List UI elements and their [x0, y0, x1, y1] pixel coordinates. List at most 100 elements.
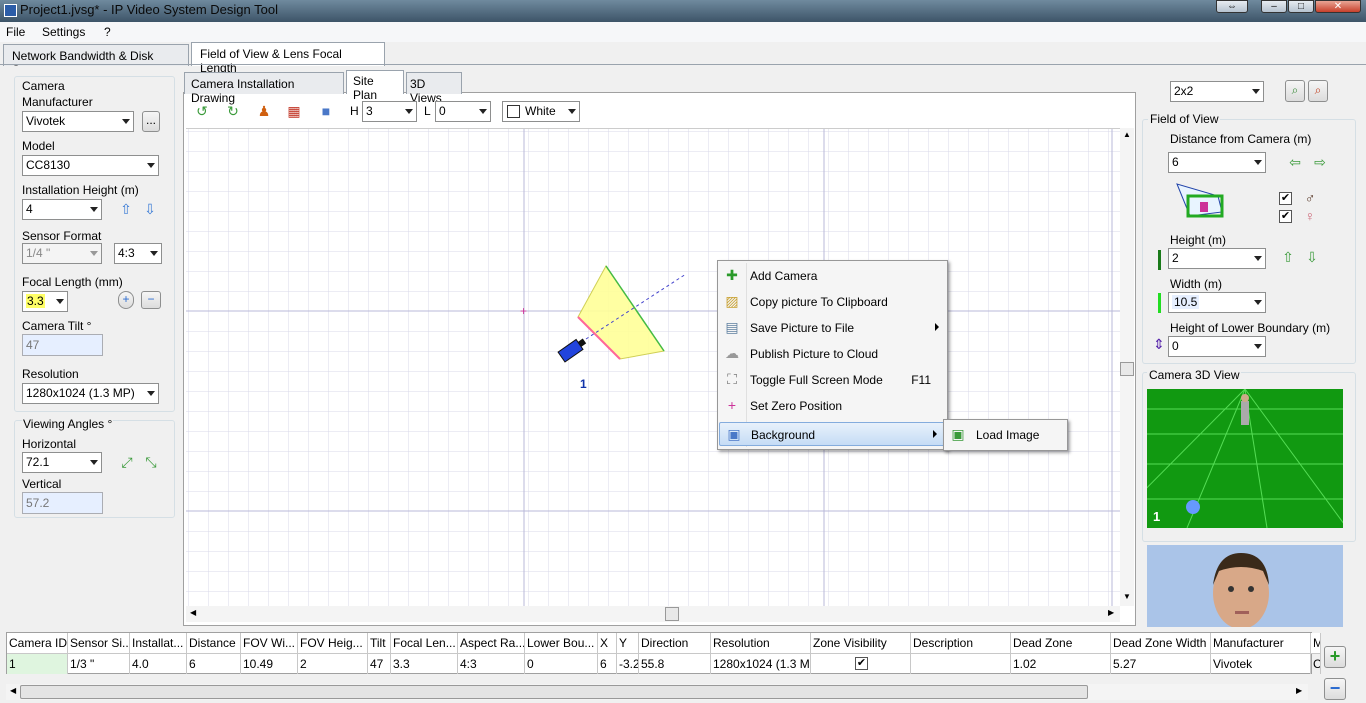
- ctx-publish-cloud[interactable]: ☁ Publish Picture to Cloud: [718, 342, 947, 366]
- table-cell[interactable]: 5.27: [1111, 654, 1211, 674]
- table-cell[interactable]: 6: [598, 654, 617, 674]
- view-layout-select[interactable]: 2x2: [1170, 81, 1264, 102]
- column-header[interactable]: Direction: [639, 633, 711, 654]
- zoom-in-icon[interactable]: +: [118, 291, 134, 309]
- tab-field-of-view[interactable]: Field of View & Lens Focal Length: [191, 42, 385, 75]
- ctx-set-zero[interactable]: + Set Zero Position: [718, 394, 947, 418]
- l-select[interactable]: 0: [435, 101, 491, 122]
- lower-boundary-select[interactable]: 0: [1168, 336, 1266, 357]
- zoom-out-icon[interactable]: −: [141, 291, 161, 309]
- height-up-icon[interactable]: ⇧: [1280, 249, 1296, 265]
- rotate-right-icon[interactable]: ↻: [225, 103, 241, 119]
- cube-icon[interactable]: ■: [317, 103, 335, 119]
- tab-3d-views[interactable]: 3D Views: [406, 72, 462, 105]
- table-cell[interactable]: 1.02: [1011, 654, 1111, 674]
- table-horizontal-scrollbar[interactable]: ◀ ▶: [6, 684, 1308, 700]
- column-header[interactable]: Zone Visibility: [811, 633, 911, 654]
- background-color-select[interactable]: White: [502, 101, 580, 122]
- table-cell[interactable]: 6: [187, 654, 241, 674]
- add-row-button[interactable]: +: [1324, 646, 1346, 668]
- height-down-icon[interactable]: ⇩: [1304, 249, 1320, 265]
- maximize-button[interactable]: □: [1288, 0, 1314, 13]
- table-cell[interactable]: 0: [525, 654, 598, 674]
- camera-3d-view[interactable]: 1: [1147, 389, 1343, 528]
- table-cell[interactable]: 4:3: [458, 654, 525, 674]
- rotate-left-icon[interactable]: ↺: [194, 103, 210, 119]
- arrow-up-icon[interactable]: ⇧: [118, 201, 134, 217]
- fov-width-select[interactable]: 10.5: [1168, 292, 1266, 313]
- close-button[interactable]: ✕: [1315, 0, 1361, 13]
- scroll-up-icon[interactable]: ▲: [1123, 130, 1131, 139]
- scroll-h-thumb[interactable]: [665, 607, 679, 621]
- ctx-copy-picture[interactable]: ▨ Copy picture To Clipboard: [718, 290, 947, 314]
- table-cell[interactable]: C: [1311, 654, 1321, 674]
- column-header[interactable]: FOV Wi...: [241, 633, 298, 654]
- manufacturer-select[interactable]: Vivotek: [22, 111, 134, 132]
- zone-visibility-checkbox[interactable]: ✔: [855, 657, 868, 670]
- table-cell[interactable]: ✔: [811, 654, 911, 674]
- column-header[interactable]: Resolution: [711, 633, 811, 654]
- table-cell[interactable]: 10.49: [241, 654, 298, 674]
- scroll-right-icon[interactable]: ▶: [1108, 608, 1114, 617]
- tab-site-plan[interactable]: Site Plan: [346, 70, 404, 102]
- column-header[interactable]: FOV Heig...: [298, 633, 368, 654]
- table-cell[interactable]: -3.2: [617, 654, 639, 674]
- table-cell[interactable]: Vivotek: [1211, 654, 1311, 674]
- column-header[interactable]: Aspect Ra...: [458, 633, 525, 654]
- ctx-background[interactable]: ▣ Background: [719, 422, 946, 446]
- scroll-down-icon[interactable]: ▼: [1123, 592, 1131, 601]
- menu-file[interactable]: File: [6, 25, 25, 39]
- model-select[interactable]: CC8130: [22, 155, 159, 176]
- ctx-load-image[interactable]: ▣ Load Image: [944, 423, 1067, 447]
- scroll-left-icon[interactable]: ◀: [190, 608, 196, 617]
- column-header[interactable]: X: [598, 633, 617, 654]
- column-header[interactable]: Sensor Si...: [68, 633, 130, 654]
- male-figure-checkbox[interactable]: ✔: [1279, 192, 1292, 205]
- distance-select[interactable]: 6: [1168, 152, 1266, 173]
- minimize-button[interactable]: –: [1261, 0, 1287, 13]
- column-header[interactable]: Y: [617, 633, 639, 654]
- column-header[interactable]: Camera ID: [7, 633, 68, 654]
- female-figure-checkbox[interactable]: ✔: [1279, 210, 1292, 223]
- table-cell[interactable]: 1: [7, 654, 68, 674]
- installation-height-select[interactable]: 4: [22, 199, 102, 220]
- wall-icon[interactable]: ▦: [285, 103, 303, 119]
- arrow-right-icon[interactable]: ⇨: [1311, 154, 1329, 170]
- zoom-out-view-icon[interactable]: ⌕: [1308, 80, 1328, 102]
- table-cell[interactable]: 1/3 ": [68, 654, 130, 674]
- ctx-save-picture[interactable]: ▤ Save Picture to File: [718, 316, 947, 340]
- table-cell[interactable]: [911, 654, 1011, 674]
- table-cell[interactable]: 4.0: [130, 654, 187, 674]
- column-header[interactable]: Distance: [187, 633, 241, 654]
- table-cell[interactable]: 1280x1024 (1.3 MP: [711, 654, 811, 674]
- column-header[interactable]: Dead Zone: [1011, 633, 1111, 654]
- vertical-angle-field[interactable]: 57.2: [22, 492, 103, 514]
- expand-icon[interactable]: ⤢: [118, 454, 136, 470]
- table-cell[interactable]: 3.3: [391, 654, 458, 674]
- table-scroll-thumb[interactable]: [20, 685, 1088, 699]
- person-icon[interactable]: ♟: [256, 103, 272, 119]
- column-header[interactable]: Tilt: [368, 633, 391, 654]
- canvas-vertical-scrollbar[interactable]: ▲ ▼: [1120, 128, 1134, 606]
- menu-settings[interactable]: Settings: [42, 25, 85, 39]
- column-header[interactable]: Installat...: [130, 633, 187, 654]
- menu-help[interactable]: ?: [104, 25, 111, 39]
- canvas-horizontal-scrollbar[interactable]: ◀ ▶: [186, 606, 1120, 622]
- ctx-add-camera[interactable]: ✚ Add Camera: [718, 264, 947, 288]
- site-plan-canvas[interactable]: + 1: [186, 128, 1120, 606]
- zoom-in-view-icon[interactable]: ⌕: [1285, 80, 1305, 102]
- table-scroll-left-icon[interactable]: ◀: [10, 686, 16, 695]
- fov-height-select[interactable]: 2: [1168, 248, 1266, 269]
- column-header[interactable]: Manufacturer: [1211, 633, 1311, 654]
- focal-length-select[interactable]: 3.3: [22, 291, 68, 312]
- column-header[interactable]: Focal Len...: [391, 633, 458, 654]
- tab-camera-installation-drawing[interactable]: Camera Installation Drawing: [184, 72, 344, 105]
- sensor-format-select[interactable]: 1/4 ": [22, 243, 102, 264]
- arrow-left-icon[interactable]: ⇦: [1286, 154, 1304, 170]
- table-cell[interactable]: 47: [368, 654, 391, 674]
- camera-tilt-field[interactable]: 47: [22, 334, 103, 356]
- collapse-icon[interactable]: ⤡: [142, 454, 160, 470]
- table-cell[interactable]: 2: [298, 654, 368, 674]
- column-header[interactable]: Lower Bou...: [525, 633, 598, 654]
- table-scroll-right-icon[interactable]: ▶: [1296, 686, 1302, 695]
